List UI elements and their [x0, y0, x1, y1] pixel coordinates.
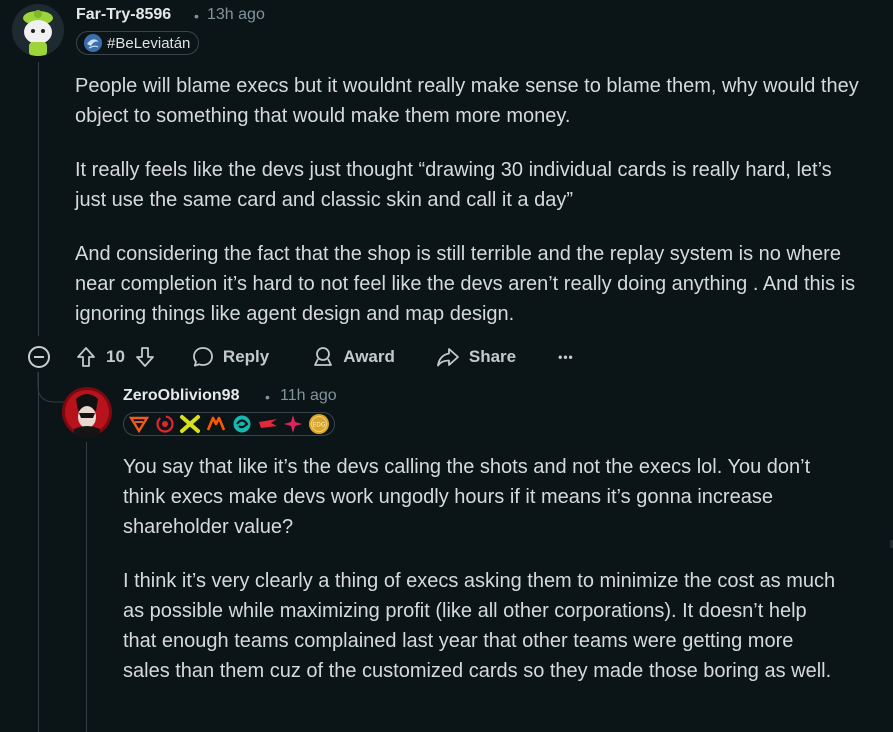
share-label: Share: [468, 347, 517, 366]
more-options-icon: •••: [558, 350, 574, 364]
snoo-avatar-icon: [12, 4, 64, 56]
upvote-icon: [77, 347, 95, 367]
avatar[interactable]: [12, 4, 64, 56]
fnatic-logo-icon: [206, 416, 226, 431]
comment-paragraph: It really feels like the devs just thoug…: [75, 159, 832, 211]
comment-body: People will blame execs but it wouldnt r…: [75, 71, 865, 353]
comment-paragraph: I think it’s very clearly a thing of exe…: [123, 570, 836, 682]
flair-text: #BeLeviatán: [107, 34, 191, 52]
thread-line-main[interactable]: [38, 62, 39, 336]
collapse-button[interactable]: [28, 346, 50, 368]
award-label: Award: [343, 347, 395, 366]
username[interactable]: Far-Try-8596: [76, 6, 171, 24]
reply-button[interactable]: Reply: [191, 345, 269, 369]
share-icon: [436, 348, 459, 367]
share-button[interactable]: Share: [435, 345, 516, 369]
x-logo-icon: [180, 415, 201, 433]
user-flair-badges: EDG: [123, 412, 335, 436]
coin-label: EDG: [312, 422, 325, 429]
gold-coin-icon: EDG: [308, 414, 329, 434]
persona-avatar-icon: [62, 387, 112, 437]
spiral-logo-icon: [156, 415, 174, 433]
comment-bubble-icon: [193, 347, 213, 367]
thread-line-main-lower[interactable]: [38, 372, 39, 732]
downvote-button[interactable]: [133, 345, 157, 369]
comment-thread: Far-Try-8596 • 13h ago #BeLeviatán Peopl…: [0, 0, 893, 732]
action-bar: 10 Reply Award Share •••: [74, 340, 574, 374]
username[interactable]: ZeroOblivion98: [123, 387, 239, 405]
comment-paragraph: And considering the fact that the shop i…: [75, 243, 856, 325]
timestamp[interactable]: 13h ago: [207, 6, 265, 24]
separator-dot: •: [194, 8, 199, 24]
more-options-button[interactable]: •••: [558, 350, 574, 364]
upvote-button[interactable]: [74, 345, 98, 369]
separator-dot: •: [265, 389, 270, 405]
award-button[interactable]: Award: [311, 345, 395, 369]
avatar[interactable]: [62, 387, 112, 437]
star-logo-icon: [284, 415, 303, 433]
comment-body: You say that like it’s the devs calling …: [123, 452, 843, 710]
team-logo-icon: [128, 416, 150, 434]
leviatan-logo-icon: [84, 34, 102, 52]
comment-paragraph: You say that like it’s the devs calling …: [123, 456, 811, 538]
swirl-logo-icon: [233, 415, 251, 433]
comment-paragraph: People will blame execs but it wouldnt r…: [75, 75, 859, 127]
downvote-icon: [136, 347, 154, 367]
thread-line-reply[interactable]: [86, 442, 87, 732]
user-flair: #BeLeviatán: [76, 31, 200, 55]
timestamp[interactable]: 11h ago: [280, 387, 337, 405]
reply-label: Reply: [222, 347, 270, 366]
vote-count: 10: [106, 347, 125, 366]
award-icon: [314, 347, 333, 366]
claw-logo-icon: [258, 419, 277, 428]
